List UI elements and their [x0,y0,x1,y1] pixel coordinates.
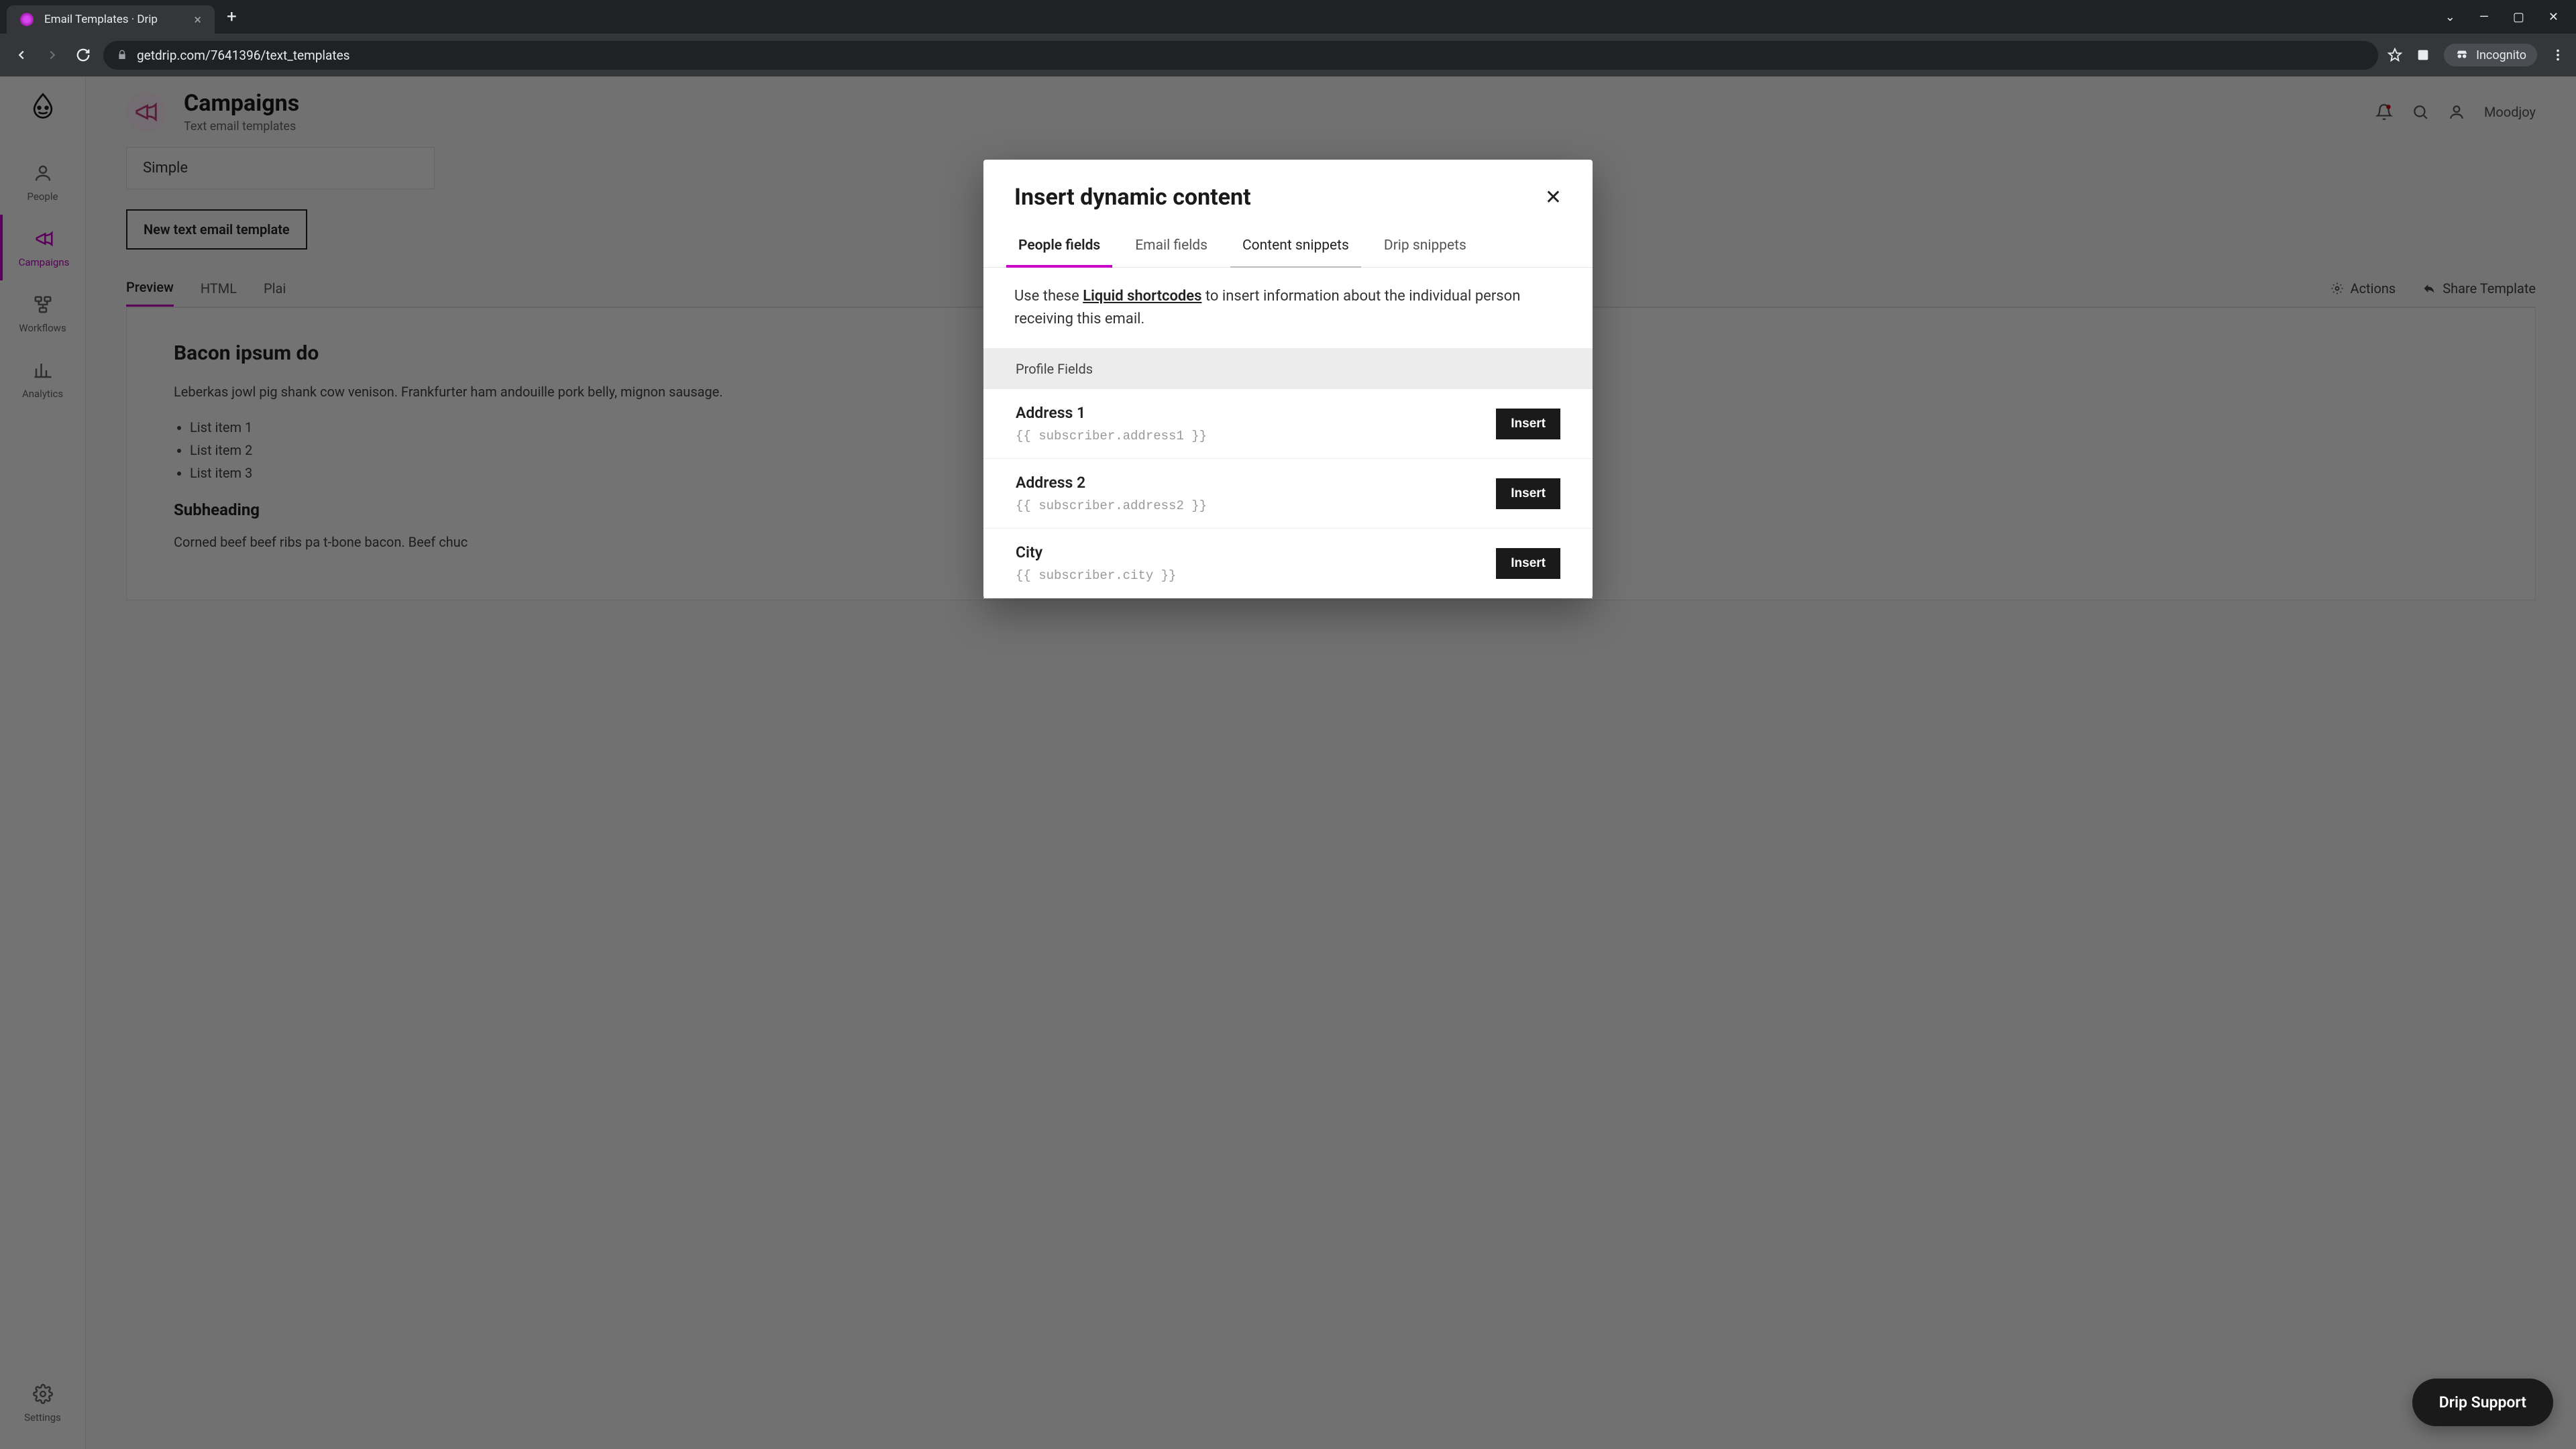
tab-title: Email Templates · Drip [44,13,183,26]
insert-button[interactable]: Insert [1496,409,1560,439]
field-code: {{ subscriber.address2 }} [1016,498,1207,513]
modal-tabs: People fields Email fields Content snipp… [983,224,1593,268]
modal-tab-content-snippets[interactable]: Content snippets [1238,224,1353,267]
tabs-dropdown-icon[interactable]: ⌄ [2445,10,2455,24]
modal-tab-drip-snippets[interactable]: Drip snippets [1380,224,1470,267]
field-row-address2: Address 2 {{ subscriber.address2 }} Inse… [983,459,1593,529]
url-text: getdrip.com/7641396/text_templates [137,48,350,63]
bookmark-icon[interactable] [2387,48,2402,62]
browser-tab[interactable]: Email Templates · Drip × [7,5,215,34]
field-name: Address 2 [1016,474,1207,492]
tab-bar: Email Templates · Drip × + ⌄ ― ▢ ✕ [0,0,2576,34]
field-name: Address 1 [1016,404,1207,422]
drip-support-button[interactable]: Drip Support [2412,1379,2553,1426]
address-bar: getdrip.com/7641396/text_templates Incog… [0,34,2576,76]
back-button[interactable] [11,44,32,66]
minimize-icon[interactable]: ― [2479,10,2489,24]
modal-tab-people-fields[interactable]: People fields [1014,224,1104,267]
field-row-address1: Address 1 {{ subscriber.address1 }} Inse… [983,389,1593,459]
section-header: Profile Fields [983,349,1593,389]
url-field[interactable]: getdrip.com/7641396/text_templates [103,41,2378,70]
incognito-indicator[interactable]: Incognito [2444,44,2537,66]
field-name: City [1016,543,1176,561]
fields-list[interactable]: Profile Fields Address 1 {{ subscriber.a… [983,348,1593,598]
insert-button[interactable]: Insert [1496,478,1560,509]
field-code: {{ subscriber.address1 }} [1016,429,1207,443]
modal-description: Use these Liquid shortcodes to insert in… [983,268,1593,348]
reload-button[interactable] [72,44,94,66]
new-tab-button[interactable]: + [227,7,237,27]
field-code: {{ subscriber.city }} [1016,568,1176,583]
liquid-shortcodes-link[interactable]: Liquid shortcodes [1083,288,1201,305]
extensions-icon[interactable] [2416,48,2430,62]
close-modal-button[interactable]: ✕ [1545,186,1562,209]
modal-title: Insert dynamic content [1014,184,1251,211]
forward-button[interactable] [42,44,63,66]
drip-favicon [20,13,34,26]
maximize-icon[interactable]: ▢ [2513,10,2524,24]
close-tab-icon[interactable]: × [194,11,201,28]
insert-button[interactable]: Insert [1496,548,1560,579]
menu-icon[interactable] [2551,48,2565,62]
modal-tab-email-fields[interactable]: Email fields [1131,224,1212,267]
lock-icon [117,50,127,60]
close-window-icon[interactable]: ✕ [2548,10,2559,24]
insert-dynamic-content-modal: Insert dynamic content ✕ People fields E… [983,160,1593,598]
field-row-city: City {{ subscriber.city }} Insert [983,529,1593,598]
